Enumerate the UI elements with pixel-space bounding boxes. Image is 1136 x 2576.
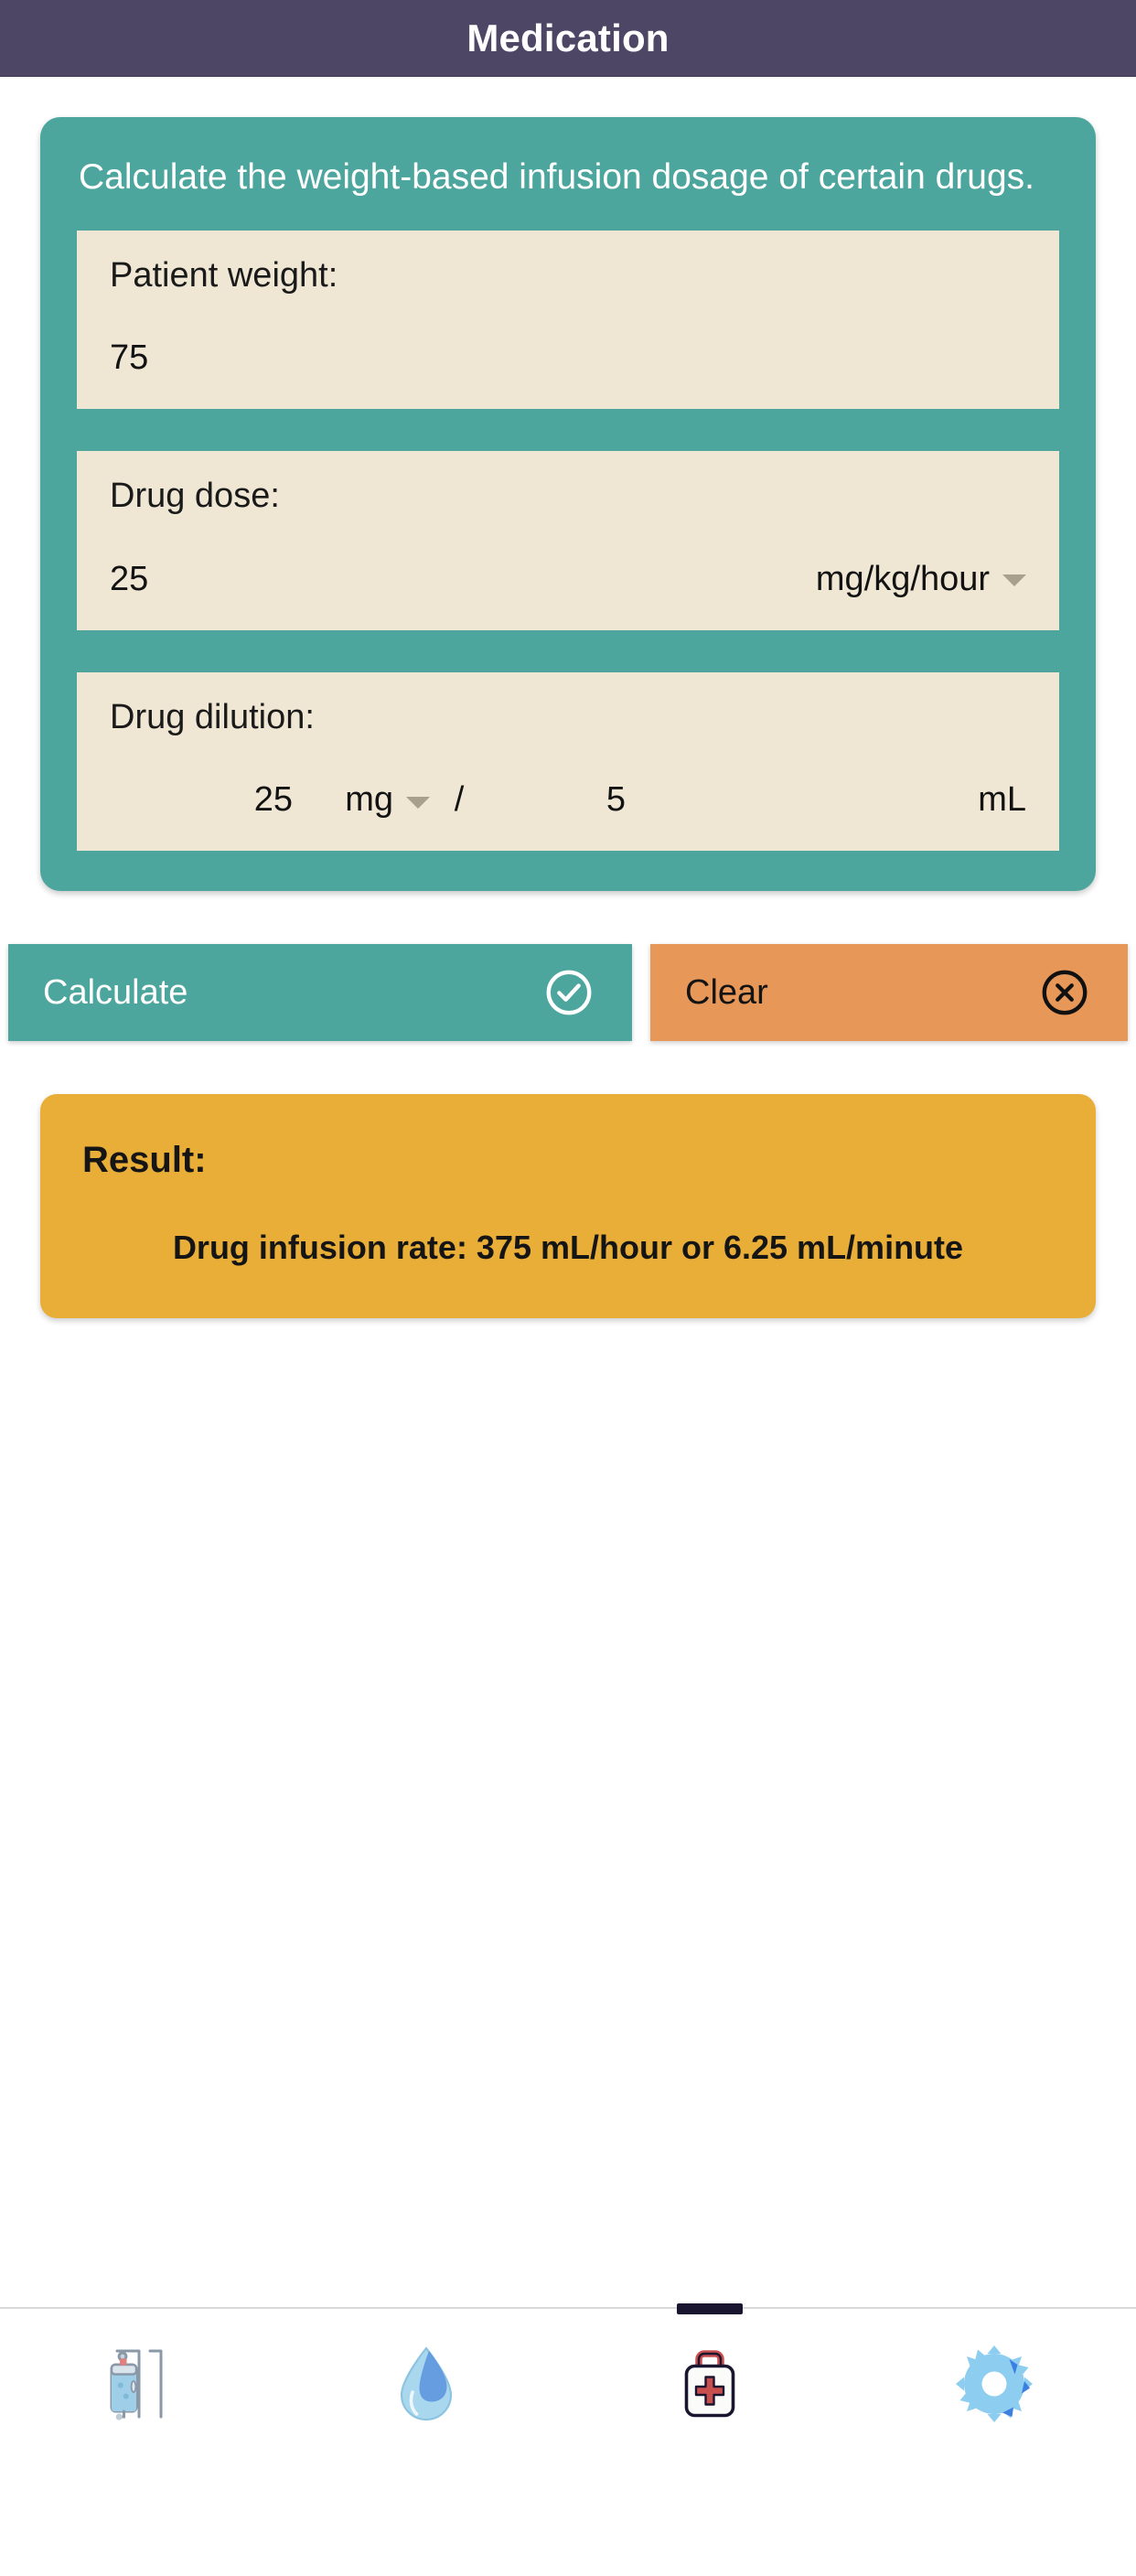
active-tab-indicator (677, 2303, 743, 2314)
card-description: Calculate the weight-based infusion dosa… (77, 157, 1059, 198)
calculate-button[interactable]: Calculate (8, 944, 632, 1041)
circle-check-icon (542, 966, 595, 1019)
result-card: Result: Drug infusion rate: 375 mL/hour … (40, 1094, 1096, 1318)
dilution-volume-input[interactable]: 5 (488, 780, 626, 820)
drug-dilution-row: 25 mg / 5 mL (110, 776, 1026, 823)
patient-weight-label: Patient weight: (110, 254, 1026, 298)
dilution-amount-unit-select[interactable]: mg (293, 780, 430, 820)
nav-item-iv-drip[interactable] (0, 2308, 284, 2460)
drug-dilution-field[interactable]: Drug dilution: 25 mg / 5 mL (77, 672, 1059, 852)
result-text: Drug infusion rate: 375 mL/hour or 6.25 … (82, 1227, 1054, 1269)
nav-item-droplet[interactable] (284, 2308, 569, 2460)
chevron-down-icon[interactable] (1002, 574, 1026, 586)
dilution-volume-unit: mL (626, 780, 1026, 820)
result-title: Result: (82, 1140, 1054, 1181)
calculator-card: Calculate the weight-based infusion dosa… (40, 117, 1096, 891)
dilution-separator: / (430, 780, 488, 820)
calculate-button-label: Calculate (43, 975, 188, 1010)
patient-weight-field[interactable]: Patient weight: 75 (77, 231, 1059, 410)
drug-dose-field[interactable]: Drug dose: 25 mg/kg/hour (77, 451, 1059, 630)
first-aid-kit-icon (666, 2340, 754, 2428)
droplet-icon (382, 2340, 470, 2428)
drug-dose-row: 25 mg/kg/hour (110, 555, 1026, 603)
iv-drip-icon (98, 2340, 186, 2428)
dilution-amount-unit-label: mg (345, 780, 393, 819)
dilution-amount-input[interactable]: 25 (119, 780, 293, 820)
bottom-navigation (0, 2307, 1136, 2459)
drug-dose-unit-select[interactable]: mg/kg/hour (816, 562, 990, 596)
drug-dilution-label: Drug dilution: (110, 696, 1026, 740)
chevron-down-icon[interactable] (406, 797, 430, 809)
gear-icon (950, 2340, 1038, 2428)
action-button-row: Calculate Clear (0, 944, 1136, 1041)
main-content: Calculate the weight-based infusion dosa… (0, 117, 1136, 2576)
page-title: Medication (466, 16, 669, 60)
drug-dose-label: Drug dose: (110, 475, 1026, 519)
app-bar: Medication (0, 0, 1136, 77)
circle-x-icon (1038, 966, 1091, 1019)
clear-button[interactable]: Clear (650, 944, 1128, 1041)
drug-dose-input[interactable]: 25 (110, 562, 148, 596)
clear-button-label: Clear (685, 975, 768, 1010)
nav-item-first-aid-kit[interactable] (568, 2308, 852, 2460)
patient-weight-input[interactable]: 75 (110, 340, 148, 375)
patient-weight-row: 75 (110, 334, 1026, 381)
nav-item-settings[interactable] (852, 2308, 1136, 2460)
